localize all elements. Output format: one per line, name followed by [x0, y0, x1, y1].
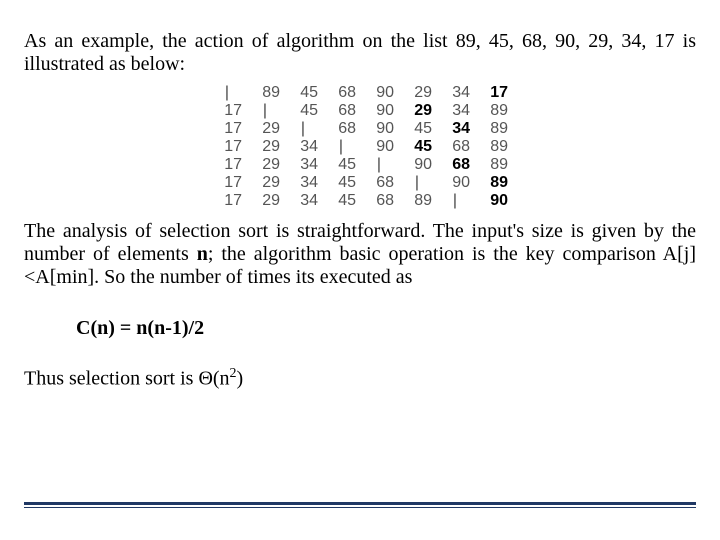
trace-cell: 34 — [284, 156, 322, 174]
trace-row: 172934|90456889 — [208, 138, 512, 156]
trace-cell: 17 — [208, 102, 246, 120]
trace-cell: 34 — [436, 102, 474, 120]
trace-cell: 45 — [322, 156, 360, 174]
exponent: 2 — [230, 366, 237, 381]
trace-cell: 45 — [284, 84, 322, 102]
trace-cell: 89 — [474, 138, 512, 156]
trace-row: 172934456889|90 — [208, 192, 512, 210]
trace-cell: 90 — [360, 138, 398, 156]
trace-row: |89456890293417 — [208, 84, 512, 102]
footer-rule-thin — [24, 507, 696, 508]
trace-cell: 17 — [208, 174, 246, 192]
trace-row: 1729|6890453489 — [208, 120, 512, 138]
trace-separator: | — [322, 138, 360, 156]
trace-cell: 68 — [360, 174, 398, 192]
trace-cell: 17 — [474, 84, 512, 102]
trace-row: 17|456890293489 — [208, 102, 512, 120]
trace-cell: 68 — [322, 120, 360, 138]
trace-separator: | — [246, 102, 284, 120]
trace-cell: 89 — [474, 120, 512, 138]
trace-cell: 29 — [246, 192, 284, 210]
trace-cell: 45 — [398, 120, 436, 138]
trace-cell: 90 — [360, 102, 398, 120]
analysis-paragraph: The analysis of selection sort is straig… — [24, 220, 696, 289]
trace-cell: 68 — [436, 156, 474, 174]
trace-cell: 90 — [360, 84, 398, 102]
slide: As an example, the action of algorithm o… — [0, 0, 720, 540]
trace-cell: 89 — [398, 192, 436, 210]
footer-rule-thick — [24, 502, 696, 505]
sort-trace-table: |8945689029341717|4568902934891729|68904… — [208, 84, 512, 210]
trace-cell: 90 — [360, 120, 398, 138]
trace-cell: 89 — [474, 102, 512, 120]
trace-cell: 29 — [246, 120, 284, 138]
trace-cell: 68 — [436, 138, 474, 156]
trace-cell: 17 — [208, 156, 246, 174]
trace-cell: 89 — [246, 84, 284, 102]
trace-cell: 34 — [284, 192, 322, 210]
trace-cell: 89 — [474, 156, 512, 174]
trace-cell: 45 — [322, 192, 360, 210]
trace-cell: 68 — [322, 102, 360, 120]
footer-rule — [24, 502, 696, 508]
trace-cell: 29 — [398, 84, 436, 102]
intro-paragraph: As an example, the action of algorithm o… — [24, 30, 696, 76]
trace-row: 1729344568|9089 — [208, 174, 512, 192]
trace-cell: 45 — [322, 174, 360, 192]
trace-cell: 90 — [474, 192, 512, 210]
complexity-formula: C(n) = n(n-1)/2 — [76, 317, 696, 340]
theta-notation: Θ(n — [198, 368, 229, 390]
trace-cell: 34 — [284, 174, 322, 192]
trace-separator: | — [360, 156, 398, 174]
trace-cell: 29 — [398, 102, 436, 120]
trace-cell: 29 — [246, 156, 284, 174]
trace-separator: | — [436, 192, 474, 210]
trace-cell: 17 — [208, 192, 246, 210]
close-paren: ) — [237, 368, 244, 390]
trace-cell: 45 — [398, 138, 436, 156]
trace-separator: | — [284, 120, 322, 138]
trace-cell: 29 — [246, 174, 284, 192]
trace-separator: | — [208, 84, 246, 102]
trace-row: 17293445|906889 — [208, 156, 512, 174]
trace-cell: 68 — [322, 84, 360, 102]
trace-cell: 89 — [474, 174, 512, 192]
conclusion-paragraph: Thus selection sort is Θ(n2) — [24, 366, 696, 391]
analysis-n: n — [197, 243, 208, 265]
trace-cell: 34 — [436, 84, 474, 102]
trace-cell: 90 — [398, 156, 436, 174]
trace-cell: 34 — [436, 120, 474, 138]
trace-separator: | — [398, 174, 436, 192]
trace-cell: 68 — [360, 192, 398, 210]
trace-cell: 29 — [246, 138, 284, 156]
conclusion-text: Thus selection sort is — [24, 368, 198, 390]
trace-cell: 17 — [208, 120, 246, 138]
trace-cell: 90 — [436, 174, 474, 192]
trace-cell: 17 — [208, 138, 246, 156]
trace-cell: 34 — [284, 138, 322, 156]
trace-cell: 45 — [284, 102, 322, 120]
